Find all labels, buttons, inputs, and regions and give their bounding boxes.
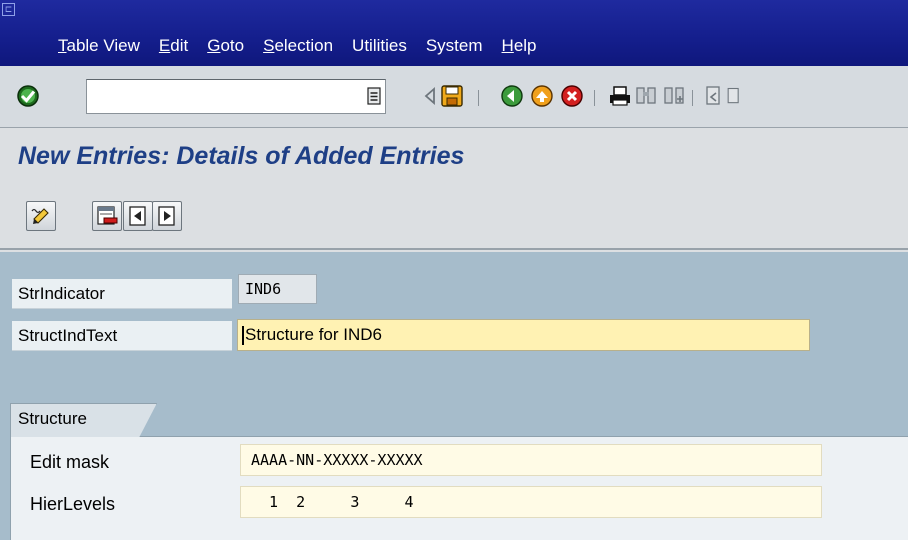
- save-icon[interactable]: [438, 82, 466, 110]
- cancel-icon[interactable]: [558, 82, 586, 110]
- str-indicator-field: IND6: [238, 274, 317, 304]
- menu-edit[interactable]: Edit: [159, 36, 188, 56]
- enter-icon[interactable]: [14, 82, 42, 110]
- change-display-icon[interactable]: [26, 201, 56, 231]
- hier-levels-label: HierLevels: [28, 488, 228, 520]
- find-next-icon[interactable]: [660, 82, 688, 110]
- exit-icon[interactable]: [528, 82, 556, 110]
- previous-entry-icon[interactable]: [123, 201, 153, 231]
- title-bar: ⊏ Table View Edit Goto Selection Utiliti…: [0, 0, 908, 66]
- find-icon[interactable]: [632, 82, 660, 110]
- system-menu-icon[interactable]: ⊏: [2, 3, 15, 16]
- last-page-icon[interactable]: [724, 82, 744, 110]
- print-icon[interactable]: [606, 82, 634, 110]
- menu-goto[interactable]: Goto: [207, 36, 244, 56]
- struct-ind-text-label: StructIndText: [12, 321, 232, 351]
- menu-bar: Table View Edit Goto Selection Utilities…: [58, 33, 556, 59]
- menu-selection[interactable]: Selection: [263, 36, 333, 56]
- history-dropdown-icon[interactable]: [360, 82, 388, 110]
- struct-ind-text-value: Structure for IND6: [245, 325, 382, 344]
- menu-utilities[interactable]: Utilities: [352, 36, 407, 56]
- toolbar-separator: [594, 90, 595, 106]
- text-cursor: [242, 326, 244, 346]
- struct-ind-text-field[interactable]: Structure for IND6: [237, 319, 810, 351]
- str-indicator-label: StrIndicator: [12, 279, 232, 309]
- delete-icon[interactable]: [92, 201, 122, 231]
- back-icon[interactable]: [498, 82, 526, 110]
- menu-table-view[interactable]: Table View: [58, 36, 140, 56]
- edit-mask-label: Edit mask: [28, 446, 228, 478]
- hier-levels-field: 1 2 3 4: [240, 486, 822, 518]
- next-entry-icon[interactable]: [152, 201, 182, 231]
- command-field[interactable]: [86, 79, 386, 114]
- menu-help[interactable]: Help: [502, 36, 537, 56]
- toolbar-separator: [478, 90, 479, 106]
- menu-system[interactable]: System: [426, 36, 483, 56]
- page-title: New Entries: Details of Added Entries: [18, 142, 465, 170]
- edit-mask-field: AAAA-NN-XXXXX-XXXXX: [240, 444, 822, 476]
- structure-group-title: Structure: [18, 409, 87, 428]
- toolbar-separator: [692, 90, 693, 106]
